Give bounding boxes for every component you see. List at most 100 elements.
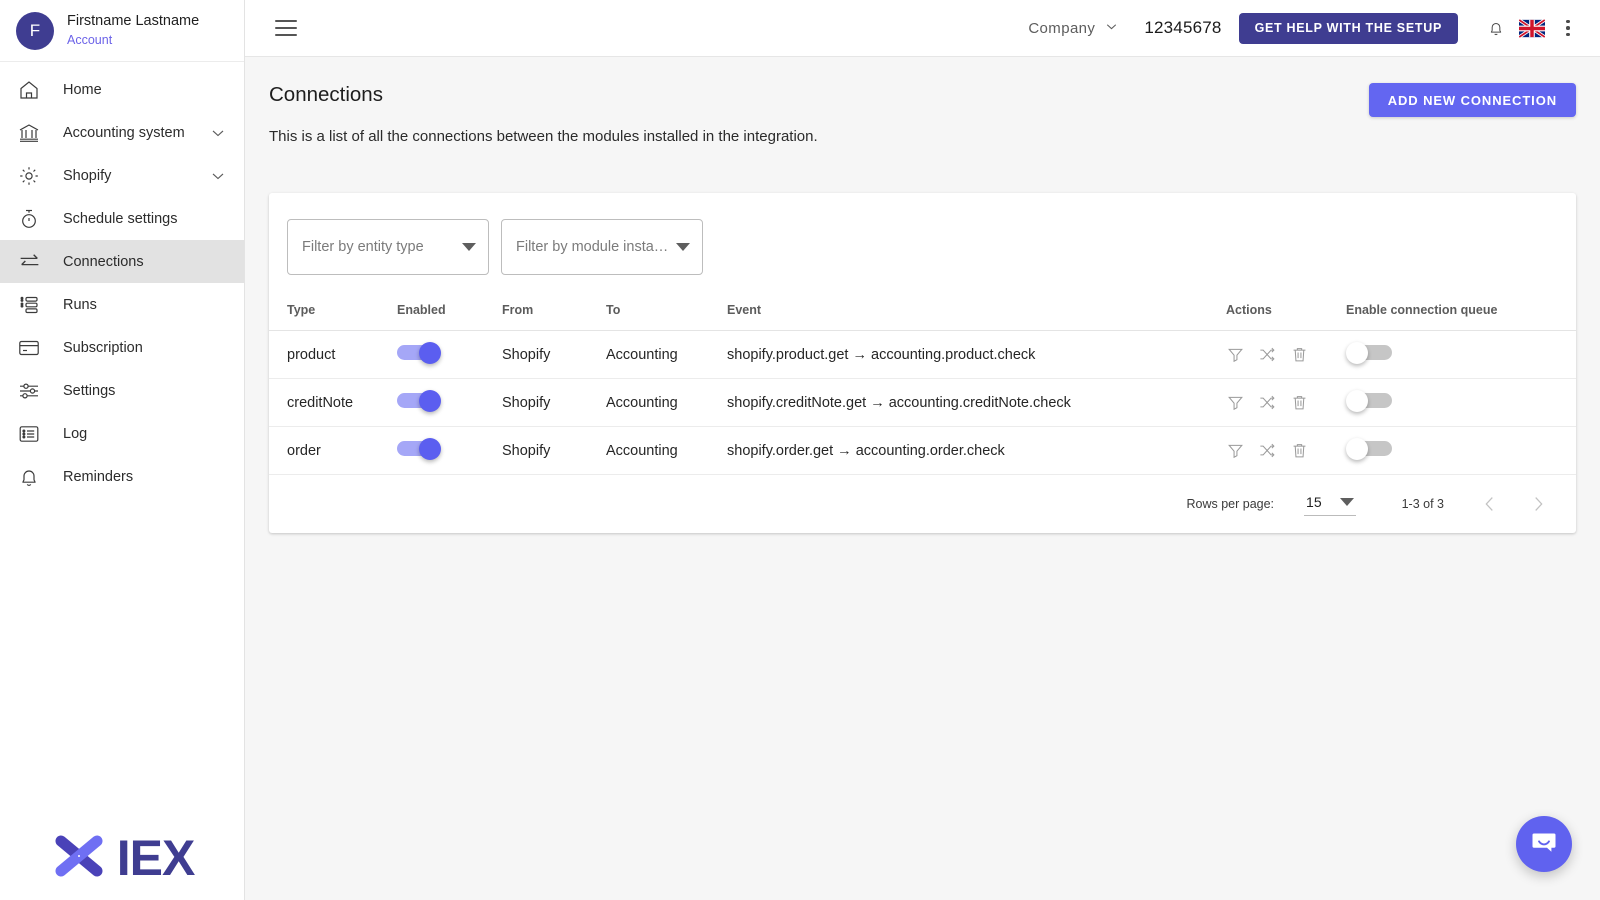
list-runs-icon (16, 292, 42, 318)
delete-icon[interactable] (1290, 345, 1309, 364)
add-new-connection-button[interactable]: ADD NEW CONNECTION (1368, 83, 1576, 117)
column-header-from: From (502, 289, 606, 331)
company-number: 12345678 (1144, 18, 1222, 37)
sidebar-item-subscription[interactable]: Subscription (0, 326, 244, 369)
sidebar-item-runs[interactable]: Runs (0, 283, 244, 326)
previous-page-button[interactable] (1466, 484, 1514, 524)
connection-queue-toggle[interactable] (1346, 341, 1392, 364)
user-meta: Firstname Lastname Account (67, 13, 199, 47)
toggle-thumb (419, 437, 441, 460)
app-root: F Firstname Lastname Account Home Accoun… (0, 0, 1600, 900)
chevron-down-icon[interactable] (208, 166, 228, 186)
column-header-enable-connection-queue: Enable connection queue (1346, 289, 1576, 331)
intercom-chat-button[interactable] (1516, 816, 1572, 872)
gear-icon (16, 163, 42, 189)
cell-event: shopify.order.get → accounting.order.che… (727, 426, 1226, 475)
user-name: Firstname Lastname (67, 13, 200, 30)
sidebar-item-label: Reminders (63, 468, 134, 485)
chevron-down-icon[interactable] (208, 123, 228, 143)
enabled-toggle[interactable] (397, 437, 441, 460)
connections-table: Type Enabled From To Event Actions Enabl… (269, 289, 1576, 475)
brand-wordmark: IEX (116, 829, 196, 886)
get-help-button[interactable]: GET HELP WITH THE SETUP (1238, 12, 1458, 44)
sidebar-item-label: Connections (63, 253, 144, 270)
sidebar-item-accounting-system[interactable]: Accounting system (0, 111, 244, 154)
filter-icon[interactable] (1226, 393, 1245, 412)
table-row: order Shopify Accounting shopify.order.g… (269, 426, 1576, 475)
column-header-to: To (606, 289, 727, 331)
cell-to: Accounting (606, 378, 727, 427)
filter-entity-type[interactable]: Filter by entity type (287, 219, 489, 275)
kebab-dot (1566, 26, 1570, 30)
x-cross-logo-icon (51, 829, 107, 886)
cell-type: product (269, 330, 397, 379)
right-pane: Company 12345678 GET HELP WITH THE SETUP (245, 0, 1600, 900)
sidebar-item-home[interactable]: Home (0, 68, 244, 111)
connection-queue-toggle[interactable] (1346, 389, 1392, 412)
toggle-thumb (419, 389, 441, 412)
cell-event: shopify.creditNote.get → accounting.cred… (727, 378, 1226, 427)
filters-row: Filter by entity type Filter by module i… (269, 193, 1576, 289)
kebab-dot (1566, 19, 1570, 24)
sidebar-item-label: Log (63, 425, 88, 442)
sidebar-user-block[interactable]: F Firstname Lastname Account (0, 0, 244, 62)
sidebar-item-label: Schedule settings (63, 210, 178, 227)
sidebar-item-connections[interactable]: Connections (0, 240, 244, 283)
bank-icon (16, 120, 42, 146)
sidebar-item-schedule-settings[interactable]: Schedule settings (0, 197, 244, 240)
sidebar-item-log[interactable]: Log (0, 412, 244, 455)
cell-enabled (397, 378, 502, 427)
connection-queue-toggle[interactable] (1346, 437, 1392, 460)
filter-icon[interactable] (1226, 441, 1245, 460)
rows-per-page-select[interactable]: 15 (1304, 492, 1356, 516)
cell-enabled (397, 426, 502, 475)
connections-card: Filter by entity type Filter by module i… (269, 193, 1576, 533)
sidebar-item-settings[interactable]: Settings (0, 369, 244, 412)
sidebar-nav: Home Accounting system Shopify Schedule … (0, 62, 244, 498)
sidebar-item-reminders[interactable]: Reminders (0, 455, 244, 498)
main-content: Connections This is a list of all the co… (245, 57, 1600, 900)
hamburger-menu-icon[interactable] (265, 7, 307, 49)
cell-to: Accounting (606, 426, 727, 475)
table-header-row: Type Enabled From To Event Actions Enabl… (269, 289, 1576, 331)
sidebar-item-label: Accounting system (63, 124, 185, 141)
exchange-arrows-icon (16, 249, 42, 275)
chevron-down-icon (1339, 498, 1354, 506)
delete-icon[interactable] (1290, 441, 1309, 460)
cell-from: Shopify (502, 378, 606, 427)
enabled-toggle[interactable] (397, 341, 441, 364)
account-link[interactable]: Account (67, 33, 199, 48)
shuffle-icon[interactable] (1258, 345, 1277, 364)
enabled-toggle[interactable] (397, 389, 441, 412)
shuffle-icon[interactable] (1258, 393, 1277, 412)
row-actions (1226, 441, 1346, 460)
column-header-type: Type (269, 289, 397, 331)
column-header-enabled: Enabled (397, 289, 502, 331)
chevron-down-icon (676, 243, 690, 251)
cell-enabled (397, 330, 502, 379)
page-header: Connections This is a list of all the co… (269, 57, 1576, 145)
page-title: Connections (269, 83, 383, 106)
table-row: product Shopify Accounting shopify.produ… (269, 330, 1576, 379)
sidebar: F Firstname Lastname Account Home Accoun… (0, 0, 245, 900)
sliders-icon (16, 378, 42, 404)
sidebar-item-shopify[interactable]: Shopify (0, 154, 244, 197)
company-selector[interactable]: Company (1022, 18, 1126, 39)
filter-icon[interactable] (1226, 345, 1245, 364)
sidebar-item-label: Subscription (63, 339, 143, 356)
toggle-thumb (1346, 437, 1368, 460)
row-actions (1226, 345, 1346, 364)
filter-module-instance[interactable]: Filter by module insta… (501, 219, 703, 275)
cell-from: Shopify (502, 426, 606, 475)
kebab-menu-icon[interactable] (1550, 10, 1586, 46)
notifications-bell-icon[interactable] (1478, 10, 1514, 46)
column-header-actions: Actions (1226, 289, 1346, 331)
next-page-button[interactable] (1514, 484, 1562, 524)
sidebar-item-label: Settings (63, 382, 116, 399)
cell-from: Shopify (502, 330, 606, 379)
cell-actions (1226, 330, 1346, 379)
delete-icon[interactable] (1290, 393, 1309, 412)
shuffle-icon[interactable] (1258, 441, 1277, 460)
language-selector[interactable] (1514, 10, 1550, 46)
credit-card-icon (16, 335, 42, 361)
